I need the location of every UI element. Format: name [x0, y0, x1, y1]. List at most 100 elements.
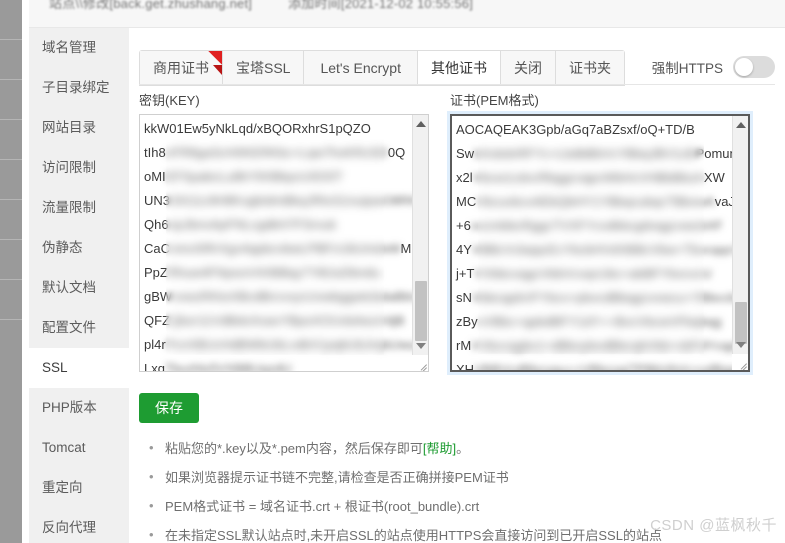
dialog-title-site: 站点\\修改[back.get.zhushang.net] — [49, 0, 253, 11]
sidebar-item-access-limit[interactable]: 访问限制 — [29, 148, 129, 188]
pem-field-label: 证书(PEM格式) — [450, 93, 539, 108]
edge-row — [0, 200, 22, 240]
help-link[interactable]: [帮助] — [423, 441, 456, 456]
settings-sidebar: 域名管理 子目录绑定 网站目录 访问限制 流量限制 伪静态 默认文档 配置文件 … — [29, 28, 129, 543]
sidebar-item-ssl[interactable]: SSL — [29, 348, 129, 388]
recommend-ribbon-tail — [213, 65, 222, 75]
key-line: QFZQbzr11VdBdoXoavYBpoXOUvbAeuVdjB — [144, 313, 405, 328]
pem-line: AOCAQEAK3Gpb/aGq7aBZsxf/oQ+TD/B — [456, 122, 695, 137]
sidebar-item-domain[interactable]: 域名管理 — [29, 28, 129, 68]
scroll-up-arrow-icon[interactable] — [413, 115, 429, 132]
edge-row — [0, 240, 22, 280]
key-line: Qh6npJbnvApFNLcgdkH7FSrvuk — [144, 217, 337, 232]
key-line: tIh8xFR8gaScH0KERKbc+Lqw7hoKRzSD0Q — [144, 145, 406, 160]
key-textarea-content: kkW01Ew5yNkLqd/xBQORxhrS1pQZO tIh8xFR8ga… — [140, 115, 428, 371]
edge-row — [0, 0, 22, 40]
dialog-title-text: 站点\\修改[back.get.zhushang.net] 添加时间[2021-1… — [49, 0, 473, 12]
tab-cert-folder-label: 证书夹 — [568, 60, 611, 76]
resize-handle-icon[interactable] — [732, 354, 748, 370]
note-item: 粘贴您的*.key以及*.pem内容，然后保存即可[帮助]。 — [149, 439, 785, 457]
tab-other-cert[interactable]: 其他证书 — [417, 51, 501, 85]
bt-panel-site-settings-dialog: 站点\\修改[back.get.zhushang.net] 添加时间[2021-1… — [0, 0, 785, 543]
ssl-panel: 商用证书 推荐 宝塔SSL Let's Encrypt 其他证书 关闭 证书夹 — [129, 28, 785, 543]
tab-cert-folder[interactable]: 证书夹 — [555, 51, 624, 85]
key-line: CaCnmcI0RrXgv4qpbcvbwLPBFcUbUmdxMM — [144, 241, 412, 256]
tab-close-ssl-label: 关闭 — [513, 60, 542, 76]
tab-commercial-cert-label: 商用证书 — [153, 60, 209, 76]
note-item: 如果浏览器提示证书链不完整,请检查是否正确拼接PEM证书 — [149, 468, 785, 486]
pem-line: x2lVbcw1cdvcRbggcvqpcWbHcVHBbBbzAXW — [456, 170, 725, 185]
sidebar-item-tomcat[interactable]: Tomcat — [29, 428, 129, 468]
edge-row — [0, 160, 22, 200]
pem-line: +6vvcmbbcRggcTVXFYcvdkbcgdvqgcvwcbXF — [456, 218, 723, 233]
sidebar-item-subdir[interactable]: 子目录绑定 — [29, 68, 129, 108]
force-https-label: 强制HTTPS — [651, 61, 723, 76]
left-edge-strip — [0, 0, 22, 543]
pem-textarea[interactable]: AOCAQEAK3Gpb/aGq7aBZsxf/oQ+TD/B SwbXxbdv… — [450, 114, 750, 372]
note-text: 在未指定SSL默认站点时,未开启SSL的站点使用HTTPS会直接访问到已开启SS… — [165, 528, 662, 543]
sidebar-item-webdir[interactable]: 网站目录 — [29, 108, 129, 148]
scrollbar-thumb[interactable] — [415, 281, 427, 341]
resize-handle-icon[interactable] — [412, 355, 428, 371]
key-line: pl4rPcnXBUcHdBWbUbLvdkX1pqbUbJrqbUwudXIC… — [144, 337, 428, 352]
pem-scrollbar[interactable] — [732, 116, 748, 370]
edge-row — [0, 120, 22, 160]
sidebar-item-php-version[interactable]: PHP版本 — [29, 388, 129, 428]
note-text: 如果浏览器提示证书链不完整,请检查是否正确拼接PEM证书 — [165, 470, 509, 485]
note-text-after: 。 — [456, 441, 470, 456]
force-https-group: 强制HTTPS — [652, 56, 775, 78]
edge-row — [0, 40, 22, 80]
key-textarea[interactable]: kkW01Ew5yNkLqd/xBQORxhrS1pQZO tIh8xFR8ga… — [139, 114, 429, 372]
key-line: LxqTbvzhlx5VXBBUqzdU — [144, 361, 292, 371]
tab-divider — [139, 84, 775, 85]
scroll-down-arrow-icon[interactable] — [733, 336, 749, 353]
pem-line: SwbXxbdvRFYc+LbdbBbVcYBbqJBV1cBPomun — [456, 146, 737, 161]
key-line: oMIEFSpabcLu8kY9XBkpcU0O0T — [144, 169, 343, 184]
toggle-knob — [735, 58, 753, 76]
tab-commercial-cert[interactable]: 商用证书 推荐 — [140, 51, 223, 85]
edge-row — [0, 280, 22, 320]
ssl-tab-row: 商用证书 推荐 宝塔SSL Let's Encrypt 其他证书 关闭 证书夹 — [139, 50, 775, 88]
sidebar-item-redirect[interactable]: 重定向 — [29, 468, 129, 508]
note-text: PEM格式证书 = 域名证书.crt + 根证书(root_bundle).cr… — [165, 499, 480, 514]
pem-line: MCVbcuvbcvAEbQbHY1YBbqcubqcTBbvwAvaJ+VB — [456, 194, 748, 209]
pem-line: sNVbbcqpbVFYbcv+pbvcdBbqgcvvwcu+YBbccbqu… — [456, 290, 748, 305]
dialog-title-created: 添加时间[2021-12-02 10:55:56] — [288, 0, 474, 11]
note-item: PEM格式证书 = 域名证书.crt + 根证书(root_bundle).cr… — [149, 497, 785, 515]
save-button[interactable]: 保存 — [139, 393, 199, 423]
force-https-toggle[interactable] — [733, 56, 775, 78]
key-line: UN33Xi11c9H8KvgbIdmBkqJRtxS1nuipwO8RKtvc — [144, 193, 428, 208]
ssl-tabs: 商用证书 推荐 宝塔SSL Let's Encrypt 其他证书 关闭 证书夹 — [139, 50, 625, 86]
pem-line: j+TVVbbcvqgcVbbVcvqcUbc+abBFYbvcvcU — [456, 266, 712, 281]
key-scrollbar[interactable] — [412, 115, 428, 371]
key-line: gBWvvwzRKtoXBcdBrcvvycUvwbggwtcbdaBbUcU7… — [144, 289, 428, 304]
scroll-up-arrow-icon[interactable] — [733, 116, 749, 133]
sidebar-item-reverse-proxy[interactable]: 反向代理 — [29, 508, 129, 543]
key-field-group: 密钥(KEY) kkW01Ew5yNkLqd/xBQORxhrS1pQZO tI… — [139, 90, 429, 372]
pem-line: zByvVBbc+qpbdBFY1dY++BvcVbcwVFbqbqg — [456, 314, 722, 329]
sidebar-item-rewrite[interactable]: 伪静态 — [29, 228, 129, 268]
sidebar-item-config-file[interactable]: 配置文件 — [29, 308, 129, 348]
csdn-watermark: CSDN @蓝枫秋千 — [650, 517, 777, 534]
pem-line: rMVVbccqgbv1+dBbcpbvdBbcqbVbb+vbFdYcqpbU… — [456, 338, 748, 353]
tab-close-ssl[interactable]: 关闭 — [500, 51, 556, 85]
key-line: PpZRhuw4FNpsoV4XBBqy7Yi8JuDbndu — [144, 265, 380, 280]
tab-other-cert-label: 其他证书 — [430, 60, 487, 76]
edge-row — [0, 80, 22, 120]
pem-field-group: 证书(PEM格式) AOCAQEAK3Gpb/aGq7aBZsxf/oQ+TD/… — [450, 90, 750, 372]
tab-lets-encrypt[interactable]: Let's Encrypt — [304, 51, 418, 85]
pem-line: XHVBBVcdBbcvqu++VBbcvq/7PBbVbVc+vdBggcv=… — [456, 362, 748, 370]
pem-line: 4YVBBcVcbqqcEcYbcbHVdXBBcVbw+TbvcqqcU/7p… — [456, 242, 748, 257]
scroll-down-arrow-icon[interactable] — [413, 337, 429, 354]
sidebar-item-traffic-limit[interactable]: 流量限制 — [29, 188, 129, 228]
key-line: kkW01Ew5yNkLqd/xBQORxhrS1pQZO — [144, 121, 371, 136]
sidebar-item-default-doc[interactable]: 默认文档 — [29, 268, 129, 308]
tab-bt-ssl[interactable]: 宝塔SSL — [223, 51, 305, 85]
pem-textarea-content: AOCAQEAK3Gpb/aGq7aBZsxf/oQ+TD/B SwbXxbdv… — [452, 116, 748, 370]
dialog-title-bar: 站点\\修改[back.get.zhushang.net] 添加时间[2021-1… — [29, 0, 785, 28]
tab-lets-encrypt-label: Let's Encrypt — [320, 60, 401, 76]
tab-bt-ssl-label: 宝塔SSL — [236, 60, 291, 76]
edge-gap — [22, 0, 29, 543]
note-text: 粘贴您的*.key以及*.pem内容，然后保存即可 — [165, 441, 423, 456]
key-field-label: 密钥(KEY) — [139, 93, 200, 108]
